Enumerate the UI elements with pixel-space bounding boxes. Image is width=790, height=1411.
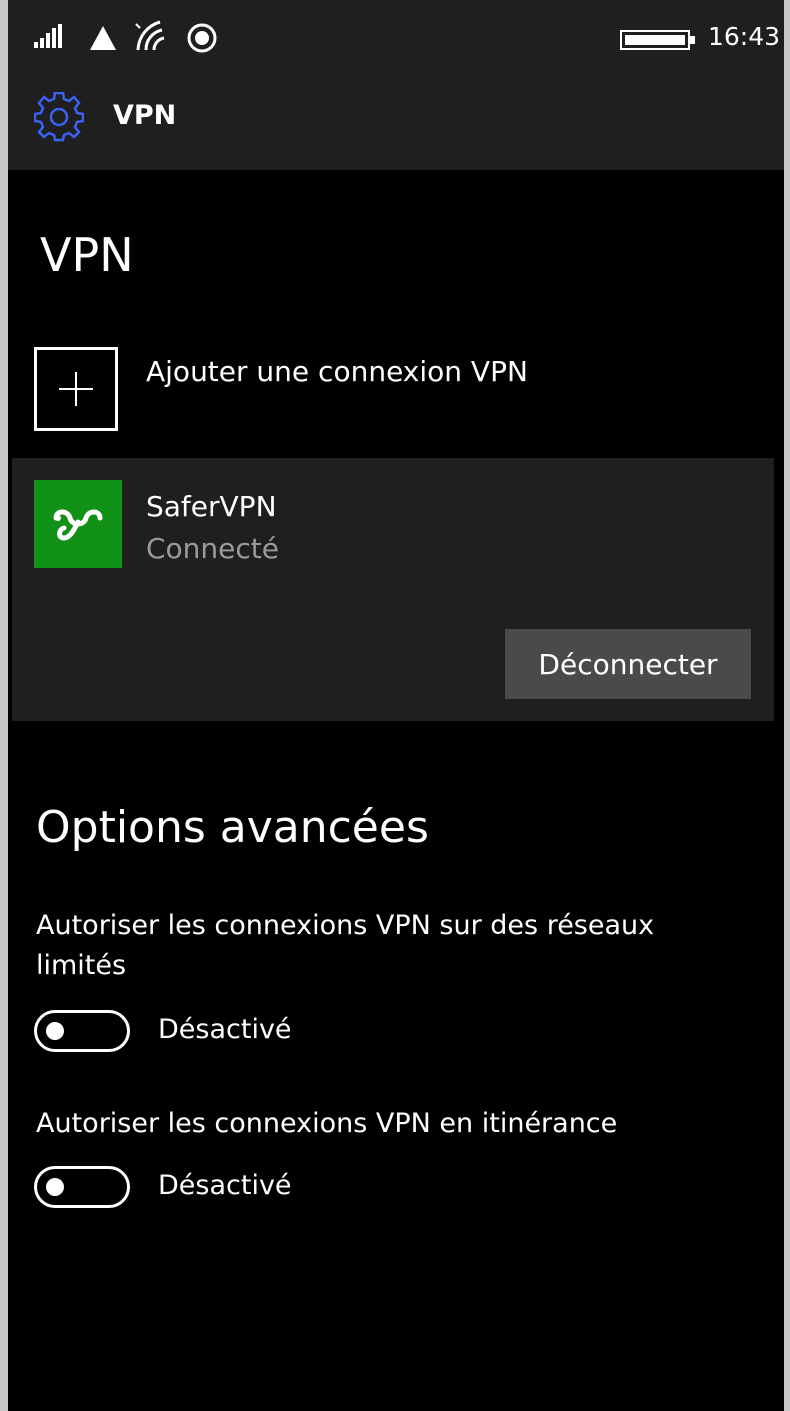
app-title: VPN bbox=[113, 100, 177, 131]
toggle-knob bbox=[46, 1022, 64, 1040]
signal-icon bbox=[34, 24, 64, 48]
wifi-icon bbox=[134, 20, 168, 56]
roaming-toggle-row[interactable]: Désactivé bbox=[34, 1164, 434, 1212]
page-title: VPN bbox=[40, 228, 134, 282]
roaming-toggle-state: Désactivé bbox=[158, 1170, 292, 1201]
vpn-connection-name: SaferVPN bbox=[146, 490, 277, 523]
location-icon bbox=[186, 22, 218, 58]
metered-networks-toggle-state: Désactivé bbox=[158, 1014, 292, 1045]
metered-networks-option-label: Autoriser les connexions VPN sur des rés… bbox=[36, 910, 655, 981]
toggle-knob bbox=[46, 1178, 64, 1196]
add-vpn-connection-label[interactable]: Ajouter une connexion VPN bbox=[146, 355, 528, 388]
app-bar: VPN bbox=[8, 78, 784, 170]
vpn-connection-item[interactable]: SaferVPN Connecté Déconnecter bbox=[12, 458, 774, 721]
advanced-options-heading: Options avancées bbox=[36, 802, 429, 853]
plus-icon-box[interactable] bbox=[34, 347, 118, 431]
vpn-connection-status: Connecté bbox=[146, 532, 279, 565]
data-triangle-icon bbox=[90, 26, 116, 54]
phone-screen: 16:43 VPN VPN Ajouter une connexion VPN bbox=[8, 0, 784, 1411]
safervpn-logo-icon bbox=[34, 480, 122, 568]
metered-networks-toggle[interactable] bbox=[34, 1010, 130, 1052]
add-vpn-connection-button[interactable]: Ajouter une connexion VPN bbox=[34, 347, 734, 437]
plus-icon bbox=[59, 372, 93, 406]
metered-networks-toggle-row[interactable]: Désactivé bbox=[34, 1008, 434, 1056]
disconnect-button[interactable]: Déconnecter bbox=[505, 629, 751, 699]
roaming-toggle[interactable] bbox=[34, 1166, 130, 1208]
status-bar: 16:43 bbox=[8, 0, 784, 78]
gear-icon bbox=[33, 91, 85, 146]
clock-time: 16:43 bbox=[708, 22, 781, 51]
roaming-option-label: Autoriser les connexions VPN en itinéran… bbox=[36, 1108, 618, 1139]
battery-icon bbox=[620, 30, 696, 54]
